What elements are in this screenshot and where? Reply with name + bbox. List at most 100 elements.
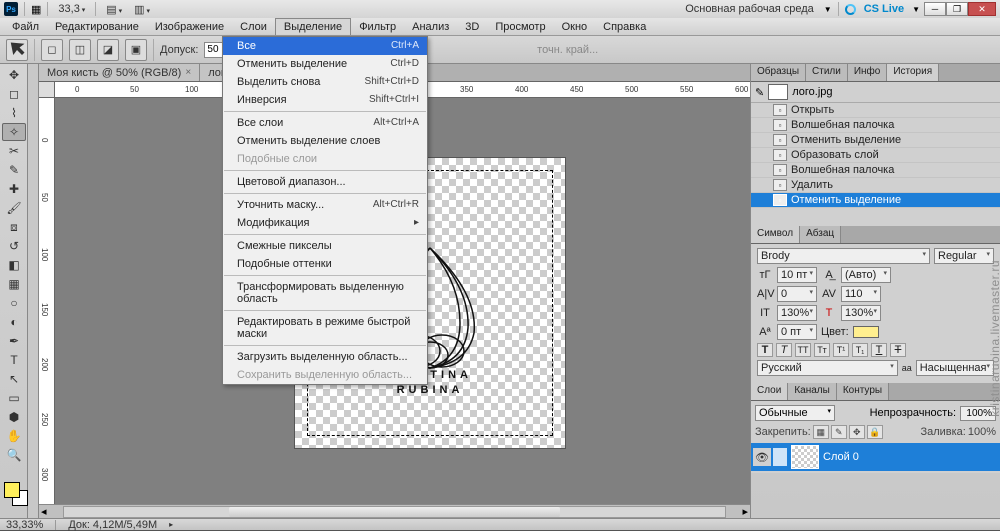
zoom-level[interactable]: 33,3 [54,2,89,16]
tab-info[interactable]: Инфо [848,64,888,81]
visibility-toggle-icon[interactable]: 👁 [753,448,771,466]
vscale-input[interactable]: 130% [777,305,817,321]
font-family-select[interactable]: Brody [757,248,930,264]
type-tool-icon[interactable]: T [2,351,26,369]
antialiasing-select[interactable]: Насыщенная [916,360,994,376]
view-extras-icon[interactable]: ▤ [102,2,126,17]
history-brush-tool-icon[interactable]: ↺ [2,237,26,255]
fg-color-swatch[interactable] [4,482,20,498]
history-step[interactable]: ▫Образовать слой [751,148,1000,163]
menu-view[interactable]: Просмотр [487,18,553,35]
marquee-tool-icon[interactable]: ◻ [2,85,26,103]
menu-image[interactable]: Изображение [147,18,232,35]
doc-tab[interactable]: Моя кисть @ 50% (RGB/8)× [39,64,200,81]
menu-help[interactable]: Справка [595,18,654,35]
tab-layers[interactable]: Слои [751,383,788,400]
text-color-swatch[interactable] [853,326,879,338]
tab-paths[interactable]: Контуры [837,383,889,400]
tab-history[interactable]: История [887,64,939,81]
eyedropper-tool-icon[interactable]: ✎ [2,161,26,179]
menu-window[interactable]: Окно [554,18,596,35]
subscript-button[interactable]: T₁ [852,343,868,357]
layer-row[interactable]: 👁 Слой 0 [751,443,1000,471]
move-tool-icon[interactable]: ✥ [2,66,26,84]
cslive-icon[interactable] [845,4,856,15]
zoom-status[interactable]: 33,33% [6,519,43,531]
sel-new-icon[interactable]: ◻ [41,39,63,61]
sel-add-icon[interactable]: ◫ [69,39,91,61]
history-step[interactable]: ▫Удалить [751,178,1000,193]
hand-tool-icon[interactable]: ✋ [2,427,26,445]
menu-deselect-layers[interactable]: Отменить выделение слоев [223,132,427,150]
superscript-button[interactable]: T¹ [833,343,849,357]
menu-modify[interactable]: Модификация▸ [223,214,427,232]
tracking-input[interactable]: 110 [841,286,881,302]
menu-quickmask[interactable]: Редактировать в режиме быстрой маски [223,313,427,343]
menu-color-range[interactable]: Цветовой диапазон... [223,173,427,191]
workspace-switcher[interactable]: Основная рабочая среда [679,1,820,17]
blend-mode-select[interactable]: Обычные [755,405,835,421]
menu-grow[interactable]: Смежные пикселы [223,237,427,255]
ruler-vertical[interactable]: 050100150200250300 [39,98,55,504]
lock-pos-icon[interactable]: ✥ [849,425,865,439]
dodge-tool-icon[interactable]: ◐ [2,313,26,331]
cslive-label[interactable]: CS Live [860,3,908,15]
doc-size-status[interactable]: Док: 4,12M/5,49M [68,519,157,531]
ruler-origin[interactable] [39,82,55,98]
sel-int-icon[interactable]: ▣ [125,39,147,61]
gradient-tool-icon[interactable]: ▦ [2,275,26,293]
path-tool-icon[interactable]: ↖ [2,370,26,388]
zoom-tool-icon[interactable]: 🔍 [2,446,26,464]
minimize-button[interactable]: ─ [924,2,946,16]
menu-edit[interactable]: Редактирование [47,18,147,35]
font-weight-select[interactable]: Regular [934,248,994,264]
hscale-input[interactable]: 130% [841,305,881,321]
menu-file[interactable]: Файл [4,18,47,35]
leading-input[interactable]: (Авто) [841,267,891,283]
collapsed-panel-dock[interactable] [28,64,39,518]
color-picker[interactable] [2,480,25,516]
menu-3d[interactable]: 3D [457,18,487,35]
menu-layer[interactable]: Слои [232,18,275,35]
tab-swatches[interactable]: Образцы [751,64,806,81]
menu-filter[interactable]: Фильтр [351,18,404,35]
eraser-tool-icon[interactable]: ◧ [2,256,26,274]
pen-tool-icon[interactable]: ✒ [2,332,26,350]
screen-mode-icon[interactable]: ▥ [130,2,154,17]
italic-button[interactable]: T [776,343,792,357]
language-select[interactable]: Русский [757,360,898,376]
sel-sub-icon[interactable]: ◪ [97,39,119,61]
history-step[interactable]: ▫Отменить выделение [751,133,1000,148]
fill-input[interactable]: 100% [968,426,996,438]
history-step[interactable]: ▫Волшебная палочка [751,118,1000,133]
blur-tool-icon[interactable]: ○ [2,294,26,312]
lock-all-icon[interactable]: 🔒 [867,425,883,439]
lock-pixels-icon[interactable]: ✎ [831,425,847,439]
tab-styles[interactable]: Стили [806,64,848,81]
history-step[interactable]: ▫Открыть [751,103,1000,118]
arrange-icon[interactable]: ▦ [31,3,41,16]
kerning-input[interactable]: 0 [777,286,817,302]
strike-button[interactable]: T [890,343,906,357]
menu-inverse[interactable]: ИнверсияShift+Ctrl+I [223,91,427,109]
allcaps-button[interactable]: TT [795,343,811,357]
menu-all-layers[interactable]: Все слоиAlt+Ctrl+A [223,114,427,132]
bold-button[interactable]: T [757,343,773,357]
menu-transform-sel[interactable]: Трансформировать выделенную область [223,278,427,308]
baseline-input[interactable]: 0 пт [777,324,817,340]
font-size-input[interactable]: 10 пт [777,267,817,283]
healing-tool-icon[interactable]: ✚ [2,180,26,198]
history-step[interactable]: ▫Отменить выделение [751,193,1000,208]
history-step[interactable]: ▫Волшебная палочка [751,163,1000,178]
smallcaps-button[interactable]: Tт [814,343,830,357]
menu-deselect[interactable]: Отменить выделениеCtrl+D [223,55,427,73]
menu-reselect[interactable]: Выделить сноваShift+Ctrl+D [223,73,427,91]
menu-refine-mask[interactable]: Уточнить маску...Alt+Ctrl+R [223,196,427,214]
menu-similar[interactable]: Подобные оттенки [223,255,427,273]
menu-load-sel[interactable]: Загрузить выделенную область... [223,348,427,366]
tab-paragraph[interactable]: Абзац [800,226,841,243]
crop-tool-icon[interactable]: ✂ [2,142,26,160]
magic-wand-tool-icon[interactable]: ✧ [2,123,26,141]
menu-select-all[interactable]: ВсеCtrl+A [223,37,427,55]
canvas-scrollbar-h[interactable]: ◂▸ [39,504,750,518]
